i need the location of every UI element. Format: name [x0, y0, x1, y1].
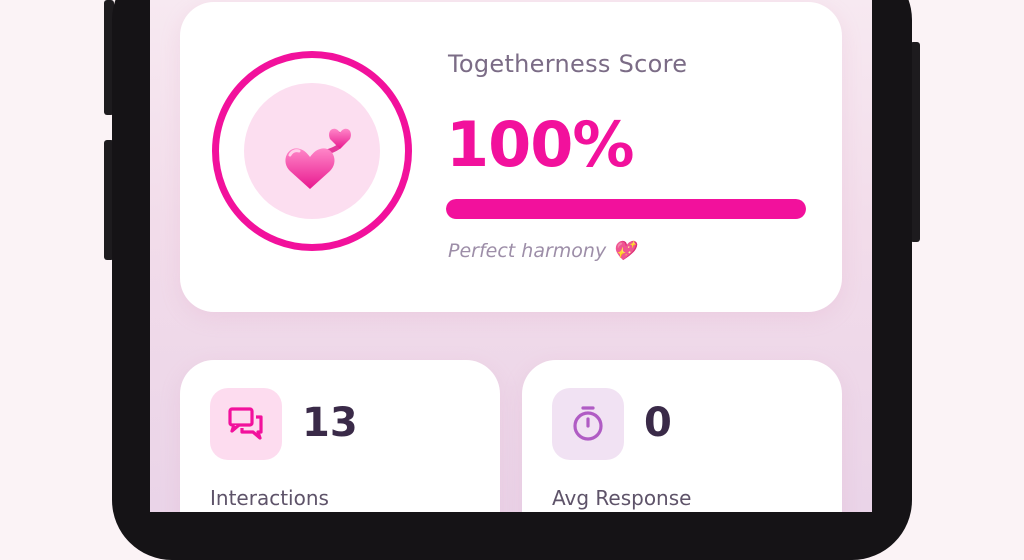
score-icon-circle — [244, 83, 380, 219]
app-screen: Togetherness Score 100% Perfect harmony … — [150, 0, 872, 512]
interactions-label: Interactions — [210, 486, 329, 510]
interactions-card[interactable]: 13 Interactions — [180, 360, 500, 512]
avg-response-card[interactable]: 0 Avg Response — [522, 360, 842, 512]
avg-response-label: Avg Response — [552, 486, 692, 510]
score-value: 100% — [446, 108, 635, 181]
score-ring — [212, 51, 412, 251]
score-progress-fill — [446, 199, 806, 219]
score-progress-bar — [446, 199, 806, 219]
interactions-value: 13 — [302, 400, 358, 446]
stopwatch-icon — [552, 388, 624, 460]
score-title: Togetherness Score — [448, 50, 688, 78]
avg-response-value: 0 — [644, 400, 672, 446]
chat-bubbles-icon — [210, 388, 282, 460]
togetherness-score-card[interactable]: Togetherness Score 100% Perfect harmony … — [180, 2, 842, 312]
score-caption: Perfect harmony 💖 — [448, 240, 636, 262]
revolving-hearts-icon — [285, 128, 351, 189]
